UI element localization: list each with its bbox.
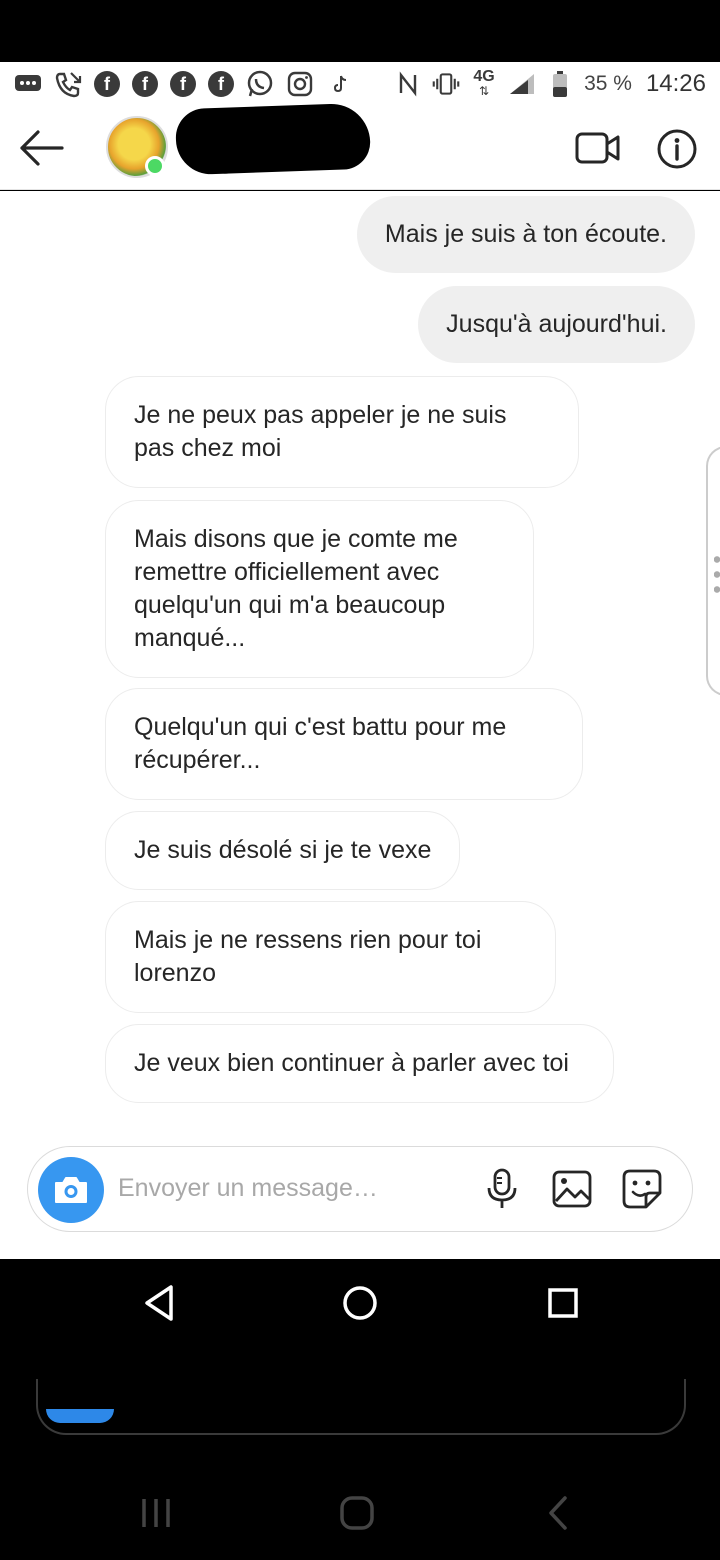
message-list[interactable]: Mais je suis à ton écoute. Jusqu'à aujou… <box>0 191 720 1131</box>
gallery-button[interactable] <box>550 1167 594 1211</box>
nav-recents-button[interactable] <box>136 1491 176 1540</box>
voice-message-button[interactable] <box>480 1167 524 1211</box>
facebook-icon: f <box>94 71 120 97</box>
camera-icon <box>55 1177 87 1203</box>
three-bars-icon <box>142 1499 170 1527</box>
message-bubble-incoming[interactable]: Mais disons que je comte me remettre off… <box>105 500 534 678</box>
triangle-back-icon <box>145 1285 173 1321</box>
nav-overview-button[interactable] <box>543 1281 583 1330</box>
chevron-left-icon <box>549 1496 567 1530</box>
missed-call-icon <box>54 70 82 98</box>
back-button[interactable] <box>16 126 68 170</box>
nav-home-button[interactable] <box>340 1281 380 1330</box>
battery-percent: 35 % <box>584 72 632 95</box>
nav-back-button[interactable] <box>140 1281 180 1330</box>
info-button[interactable] <box>656 128 698 170</box>
sticker-icon <box>622 1169 662 1209</box>
online-indicator <box>145 156 165 176</box>
facebook-icon: f <box>132 71 158 97</box>
message-bubble-outgoing[interactable]: Mais je suis à ton écoute. <box>356 196 695 273</box>
message-bubble-incoming[interactable]: Je suis désolé si je te vexe <box>105 811 461 890</box>
background-ghost-composer <box>36 1379 686 1435</box>
whatsapp-icon <box>246 70 274 98</box>
top-black-band <box>0 0 720 62</box>
battery-icon <box>546 70 574 98</box>
video-camera-icon <box>575 132 620 164</box>
message-composer[interactable]: Envoyer un message… <box>27 1146 693 1232</box>
instagram-icon <box>286 70 314 98</box>
status-bar: f f f f 4G ⇅ 35 % 14:26 <box>0 62 720 106</box>
video-call-button[interactable] <box>574 128 622 168</box>
nav-back-button-secondary[interactable] <box>538 1491 578 1540</box>
clock: 14:26 <box>645 70 706 97</box>
message-input[interactable]: Envoyer un message… <box>118 1174 378 1203</box>
facebook-icon: f <box>208 71 234 97</box>
message-bubble-incoming[interactable]: Je veux bien continuer à parler avec toi <box>105 1024 614 1103</box>
signal-icon <box>508 70 536 98</box>
edge-panel-handle[interactable] <box>706 446 720 696</box>
arrow-left-icon <box>20 130 64 166</box>
info-icon <box>657 129 697 169</box>
network-type: 4G <box>473 68 495 85</box>
image-icon <box>552 1170 592 1208</box>
redacted-username <box>174 102 372 176</box>
facebook-icon: f <box>170 71 196 97</box>
circle-home-icon <box>343 1286 377 1320</box>
system-navigation <box>0 1259 720 1560</box>
background-ghost-button <box>46 1409 114 1423</box>
square-overview-icon <box>548 1288 578 1318</box>
conversation-header: ligne <box>0 102 720 190</box>
message-bubble-incoming[interactable]: Quelqu'un qui c'est battu pour me récupé… <box>105 688 583 800</box>
rounded-square-home-icon <box>340 1496 374 1530</box>
messages-icon <box>14 70 42 98</box>
message-bubble-incoming[interactable]: Mais je ne ressens rien pour toi lorenzo <box>105 901 556 1013</box>
tiktok-icon <box>326 70 354 98</box>
vibrate-icon <box>432 70 460 98</box>
network-4g-icon: 4G ⇅ <box>473 68 495 99</box>
nav-home-button-secondary[interactable] <box>337 1491 377 1540</box>
microphone-icon <box>487 1168 517 1208</box>
message-bubble-incoming[interactable]: Je ne peux pas appeler je ne suis pas ch… <box>105 376 579 488</box>
sticker-button[interactable] <box>620 1167 664 1211</box>
camera-button[interactable] <box>38 1157 104 1223</box>
nfc-icon <box>394 70 422 98</box>
message-bubble-outgoing[interactable]: Jusqu'à aujourd'hui. <box>418 286 695 363</box>
